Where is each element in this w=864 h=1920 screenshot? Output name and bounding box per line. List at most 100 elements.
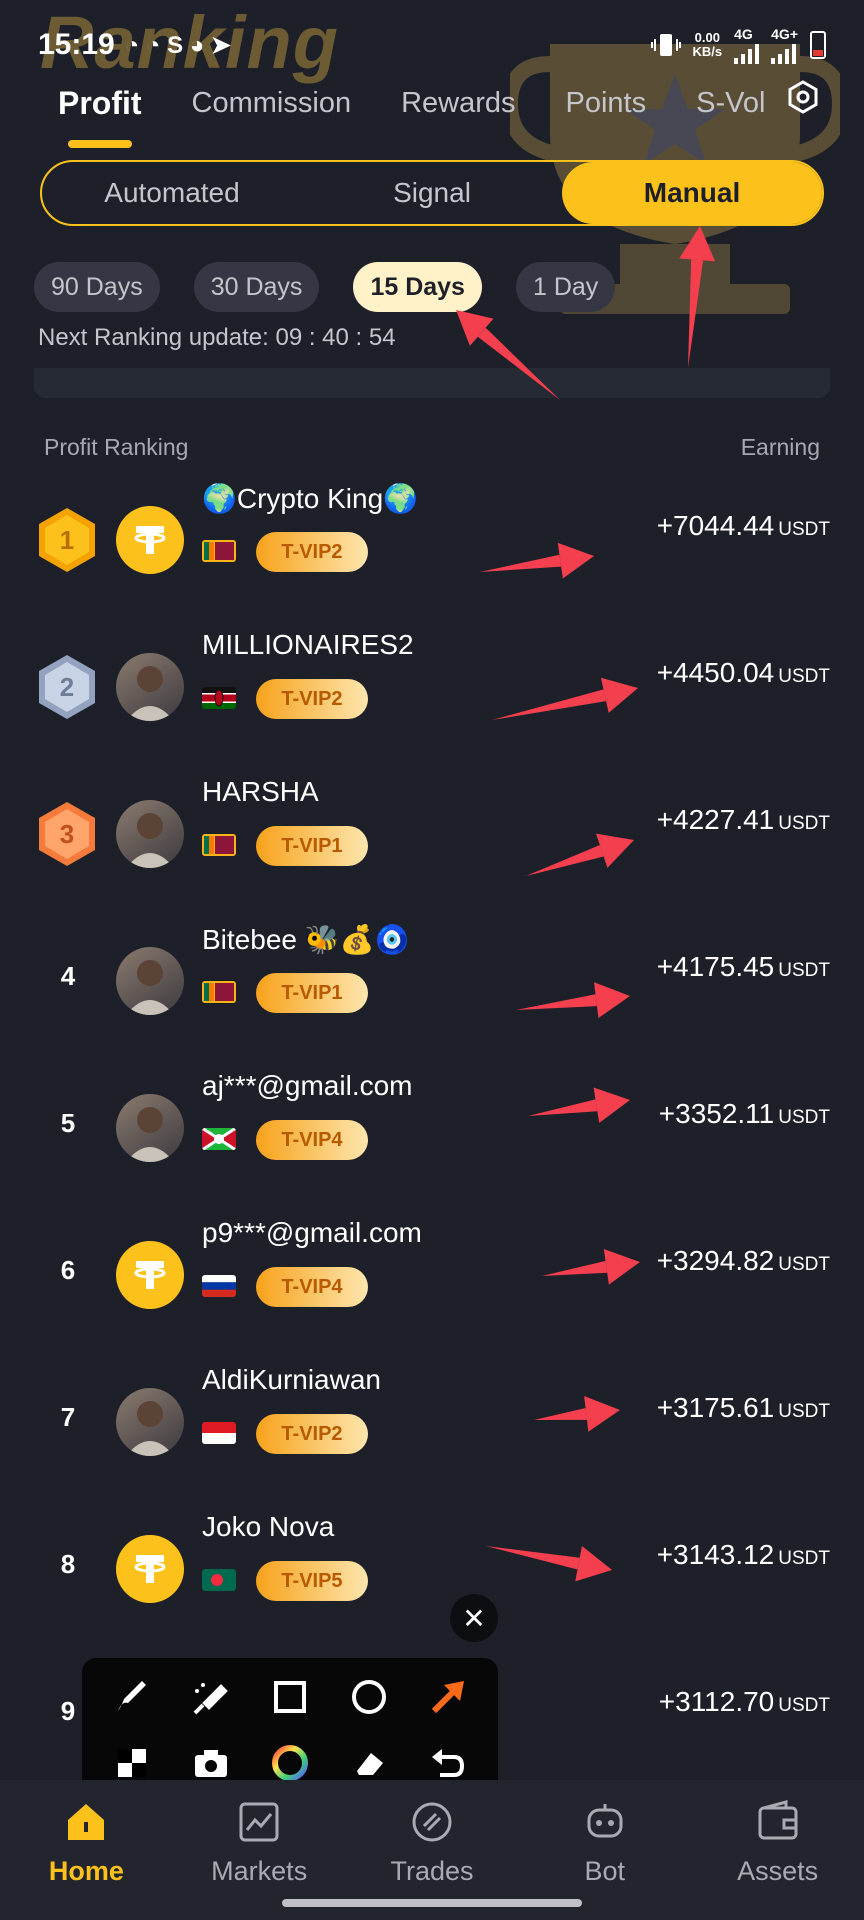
nav-home-label: Home: [48, 1856, 124, 1886]
rank-number: 6: [60, 1255, 76, 1285]
net-type-1: 4G: [734, 26, 753, 42]
earning-amount: +3352.11 USDT: [659, 1098, 830, 1130]
chip-15-days[interactable]: 15 Days: [353, 262, 482, 312]
tab-rewards[interactable]: Rewards: [401, 87, 515, 120]
rank-number: 2: [59, 671, 75, 702]
country-flag-icon: [202, 687, 236, 709]
chip-90-days[interactable]: 90 Days: [34, 262, 160, 312]
vip-badge: T-VIP4: [256, 1120, 368, 1160]
segment-automated[interactable]: Automated: [42, 162, 302, 224]
chip-30-days[interactable]: 30 Days: [193, 262, 320, 312]
nav-assets[interactable]: Assets: [691, 1780, 864, 1920]
earning-unit: USDT: [778, 1254, 830, 1275]
user-name: aj***@gmail.com: [202, 1070, 413, 1101]
earning-unit: USDT: [778, 960, 830, 981]
earning-unit: USDT: [778, 1107, 830, 1128]
country-flag-icon: [202, 1569, 236, 1591]
earning-amount: +3294.82 USDT: [657, 1245, 830, 1277]
net-type-2: 4G+: [771, 26, 798, 42]
signal-bars-icon: [771, 42, 797, 64]
list-header: Profit Ranking Earning: [44, 434, 820, 461]
rank-medal-icon: 2: [36, 653, 98, 721]
marker-icon[interactable]: [189, 1675, 233, 1719]
ranking-row[interactable]: 7 AldiKurniawan T-VIP2 +3175.61 USDT: [0, 1352, 864, 1499]
user-name: MILLIONAIRES2: [202, 629, 414, 660]
rank-number: 3: [59, 818, 75, 849]
earning-value: +4450.04: [656, 657, 775, 688]
vip-badge: T-VIP2: [256, 679, 368, 719]
eraser-icon[interactable]: [347, 1741, 391, 1785]
tab-commission[interactable]: Commission: [192, 87, 352, 120]
nav-home[interactable]: Home: [0, 1780, 173, 1920]
rank-number: 9: [60, 1696, 76, 1726]
country-flag-icon: [202, 1275, 236, 1297]
user-name: HARSHA: [202, 776, 319, 807]
earning-amount: +3175.61 USDT: [657, 1392, 830, 1424]
rank-number: 5: [60, 1108, 76, 1138]
vip-badge: T-VIP5: [256, 1561, 368, 1601]
tab-profit[interactable]: Profit: [58, 85, 142, 148]
vip-badge: T-VIP1: [256, 826, 368, 866]
earning-value: +7044.44: [656, 510, 775, 541]
avatar: [116, 1094, 184, 1162]
tab-points[interactable]: Points: [566, 87, 647, 120]
net-speed-unit: KB/s: [692, 44, 723, 59]
circle-icon[interactable]: [347, 1675, 391, 1719]
user-name: Bitebee 🐝💰🧿: [202, 924, 410, 955]
signal-1: 4G: [734, 26, 760, 64]
vip-badge: T-VIP4: [256, 1267, 368, 1307]
rank-number: 8: [60, 1549, 76, 1579]
segment-manual[interactable]: Manual: [562, 162, 822, 224]
earning-unit: USDT: [778, 519, 830, 540]
list-header-right: Earning: [740, 434, 820, 460]
earning-value: +3143.12: [656, 1539, 775, 1570]
status-indicators: 0.00 KB/s 4G 4G+: [650, 26, 826, 64]
earning-amount: +4227.41 USDT: [657, 804, 830, 836]
card-strip: [34, 368, 830, 398]
color-wheel-icon[interactable]: [268, 1741, 312, 1785]
annotation-arrow-shaft: [688, 259, 704, 368]
arrow-icon[interactable]: [426, 1675, 470, 1719]
avatar-usdt-icon: [116, 506, 184, 574]
user-name: 🌍Crypto King🌍: [202, 483, 419, 514]
ranking-row[interactable]: 3 HARSHA T-VIP1 +4227.41 USDT: [0, 764, 864, 911]
assets-icon: [758, 1800, 798, 1840]
status-time: 15:19: [38, 28, 115, 61]
camera-icon[interactable]: [189, 1741, 233, 1785]
close-annotation-button[interactable]: ✕: [450, 1594, 498, 1642]
chip-1-day[interactable]: 1 Day: [515, 262, 616, 312]
ranking-row[interactable]: 1 🌍Crypto King🌍 T-VIP2 +7044.44 USDT: [0, 470, 864, 617]
user-name: p9***@gmail.com: [202, 1217, 422, 1248]
ranking-row[interactable]: 6 p9***@gmail.com T-VIP4 +3294.82 USDT: [0, 1205, 864, 1352]
signal-bars-icon: [734, 42, 760, 64]
ranking-row[interactable]: 4 Bitebee 🐝💰🧿 T-VIP1 +4175.45 USDT: [0, 911, 864, 1058]
earning-amount: +7044.44 USDT: [657, 510, 830, 542]
rank-number: 4: [60, 961, 76, 991]
settings-hex-icon[interactable]: [786, 80, 820, 114]
avatar-usdt-icon: [116, 1241, 184, 1309]
mosaic-icon[interactable]: [110, 1741, 154, 1785]
tab-s-vol[interactable]: S-Vol: [696, 87, 765, 120]
pen-icon[interactable]: [110, 1675, 154, 1719]
ranking-row[interactable]: 5 aj***@gmail.com T-VIP4 +3352.11 USDT: [0, 1058, 864, 1205]
rank-medal-icon: 3: [36, 800, 98, 868]
bot-icon: [587, 1804, 623, 1838]
earning-amount: +4450.04 USDT: [657, 657, 830, 689]
ranking-row[interactable]: 8 Joko Nova T-VIP5 +3143.12 USDT: [0, 1499, 864, 1646]
earning-value: +3352.11: [658, 1098, 775, 1129]
segment-signal[interactable]: Signal: [302, 162, 562, 224]
undo-icon[interactable]: [426, 1741, 470, 1785]
avatar: [116, 1388, 184, 1456]
rectangle-icon[interactable]: [268, 1675, 312, 1719]
avatar: [116, 653, 184, 721]
status-time-group: 15:19 ◔ ◔ S ◕ ➤: [38, 28, 231, 62]
vip-badge: T-VIP1: [256, 973, 368, 1013]
earning-value: +3294.82: [656, 1245, 775, 1276]
ranking-row[interactable]: 2 MILLIONAIRES2 T-VIP2 +4450.04 USDT: [0, 617, 864, 764]
annotation-arrow-head: [679, 226, 716, 262]
country-flag-icon: [202, 1422, 236, 1444]
net-speed-value: 0.00: [694, 29, 720, 45]
country-flag-icon: [202, 834, 236, 856]
rank-number: 1: [59, 524, 75, 555]
vip-badge: T-VIP2: [256, 532, 368, 572]
